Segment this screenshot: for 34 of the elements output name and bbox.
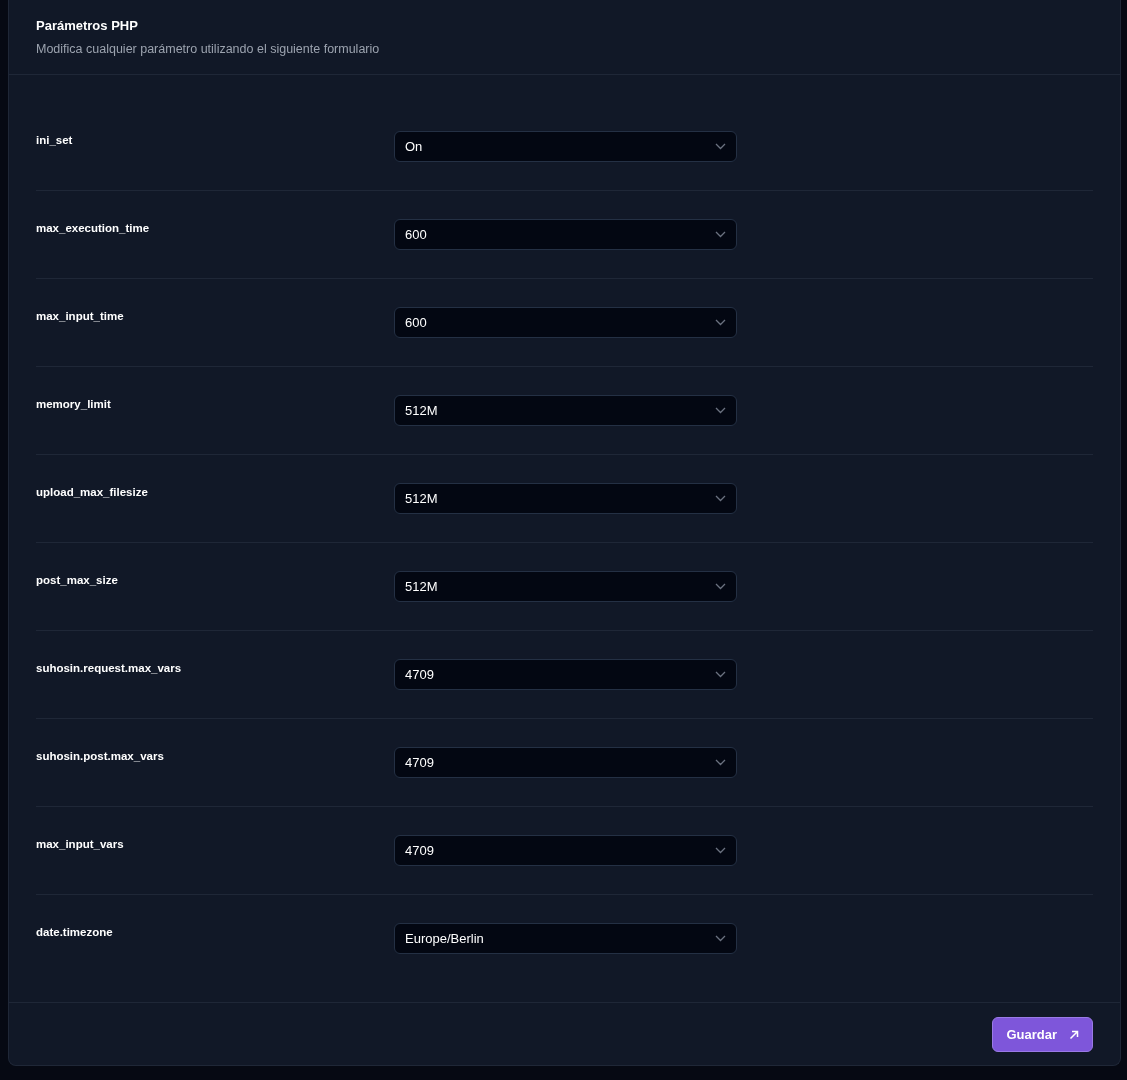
value-select[interactable]: 512M	[394, 483, 737, 514]
value-select[interactable]: 600	[394, 307, 737, 338]
chevron-down-icon	[715, 671, 726, 678]
parameter-label: memory_limit	[36, 397, 112, 412]
parameter-label: post_max_size	[36, 573, 119, 588]
save-button[interactable]: Guardar	[992, 1017, 1093, 1052]
chevron-down-icon	[715, 231, 726, 238]
value-select[interactable]: Europe/Berlin	[394, 923, 737, 954]
parameter-label: suhosin.post.max_vars	[36, 749, 165, 764]
chevron-down-icon	[715, 495, 726, 502]
chevron-down-icon	[715, 759, 726, 766]
card-title: Parámetros PHP	[36, 17, 139, 35]
chevron-down-icon	[715, 935, 726, 942]
value-select[interactable]: 600	[394, 219, 737, 250]
chevron-down-icon	[715, 583, 726, 590]
card-subtitle: Modifica cualquier parámetro utilizando el siguiente formulario	[36, 41, 381, 58]
parameter-label: upload_max_filesize	[36, 485, 149, 500]
parameter-label: ini_set	[36, 133, 74, 148]
parameter-label: max_execution_time	[36, 221, 151, 236]
value-select[interactable]: 512M	[394, 571, 737, 602]
parameter-label: date.timezone	[36, 925, 114, 940]
value-select[interactable]: On	[394, 131, 737, 162]
value-select[interactable]: 4709	[394, 835, 737, 866]
parameter-label: max_input_time	[36, 309, 125, 324]
value-select[interactable]: 512M	[394, 395, 737, 426]
value-select[interactable]: 4709	[394, 747, 737, 778]
value-select[interactable]: 4709	[394, 659, 737, 690]
chevron-down-icon	[715, 319, 726, 326]
chevron-down-icon	[715, 143, 726, 150]
parameter-label: max_input_vars	[36, 837, 125, 852]
chevron-down-icon	[715, 407, 726, 414]
parameter-label: suhosin.request.max_vars	[36, 661, 183, 676]
arrow-up-right-icon	[1069, 1029, 1079, 1040]
chevron-down-icon	[715, 847, 726, 854]
